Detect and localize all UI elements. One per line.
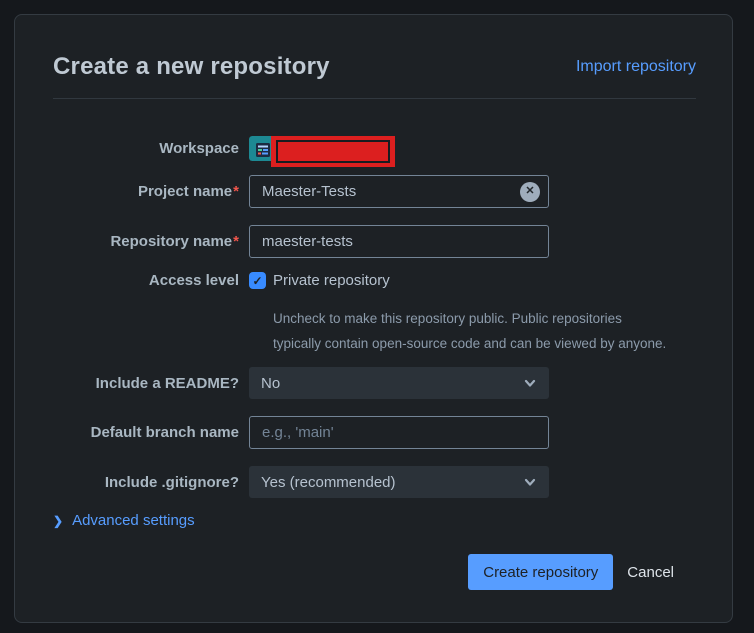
default-branch-field: [249, 416, 549, 449]
repository-name-field: [249, 225, 549, 258]
include-readme-selected-value: No: [261, 374, 281, 392]
dialog-header: Create a new repository Import repositor…: [53, 53, 696, 81]
project-name-row: Project name* ✕: [53, 175, 549, 208]
helper-line-1: Uncheck to make this repository public. …: [273, 311, 622, 326]
workspace-label: Workspace: [159, 139, 239, 157]
create-repository-button[interactable]: Create repository: [468, 554, 614, 590]
default-branch-label: Default branch name: [90, 424, 239, 441]
access-level-row: Access level ✓ Private repository: [53, 272, 549, 292]
import-repository-link[interactable]: Import repository: [576, 58, 696, 76]
cancel-button[interactable]: Cancel: [615, 554, 686, 590]
chevron-down-icon: [523, 376, 537, 390]
include-gitignore-row: Include .gitignore? Yes (recommended): [53, 466, 549, 498]
repository-name-label: Repository name*: [110, 233, 239, 250]
include-gitignore-label: Include .gitignore?: [104, 473, 239, 491]
include-readme-field: No: [249, 367, 549, 399]
page-title: Create a new repository: [53, 53, 330, 80]
dialog-footer: Create repository Cancel: [468, 554, 686, 590]
chevron-down-icon: [523, 475, 537, 489]
project-name-label: Project name*: [137, 183, 239, 200]
access-level-field: ✓ Private repository: [249, 272, 549, 289]
project-name-field: ✕: [249, 175, 549, 208]
private-repository-checkbox-label[interactable]: Private repository: [273, 272, 390, 289]
helper-line-2: typically contain open-source code and c…: [273, 335, 667, 351]
workspace-row: Workspace: [53, 132, 549, 167]
include-readme-label: Include a README?: [95, 374, 239, 392]
clear-icon[interactable]: ✕: [520, 181, 540, 202]
default-branch-row: Default branch name: [53, 416, 549, 449]
private-repository-checkbox[interactable]: ✓: [249, 272, 266, 289]
default-branch-input[interactable]: [249, 416, 549, 449]
repository-name-input[interactable]: [249, 225, 549, 258]
include-gitignore-selected-value: Yes (recommended): [261, 473, 396, 491]
repository-name-row: Repository name*: [53, 225, 549, 258]
check-icon: ✓: [252, 273, 263, 288]
redacted-workspace-name: [271, 135, 395, 167]
access-level-label: Access level: [148, 272, 239, 289]
include-readme-select[interactable]: No: [249, 367, 549, 399]
chevron-right-icon: ❯: [53, 513, 64, 528]
include-gitignore-select[interactable]: Yes (recommended): [249, 466, 549, 498]
include-readme-row: Include a README? No: [53, 367, 549, 399]
required-asterisk: *: [233, 233, 239, 250]
project-name-input[interactable]: [249, 175, 549, 208]
include-gitignore-field: Yes (recommended): [249, 466, 549, 498]
advanced-settings-label: Advanced settings: [72, 512, 195, 529]
access-level-helper-text: Uncheck to make this repository public. …: [273, 307, 693, 356]
redaction-inner-box: [276, 139, 390, 163]
required-asterisk: *: [233, 183, 239, 200]
header-divider: [53, 98, 696, 99]
advanced-settings-toggle[interactable]: ❯ Advanced settings: [53, 512, 195, 529]
workspace-field: [249, 135, 549, 167]
create-repository-dialog: Create a new repository Import repositor…: [14, 14, 733, 623]
